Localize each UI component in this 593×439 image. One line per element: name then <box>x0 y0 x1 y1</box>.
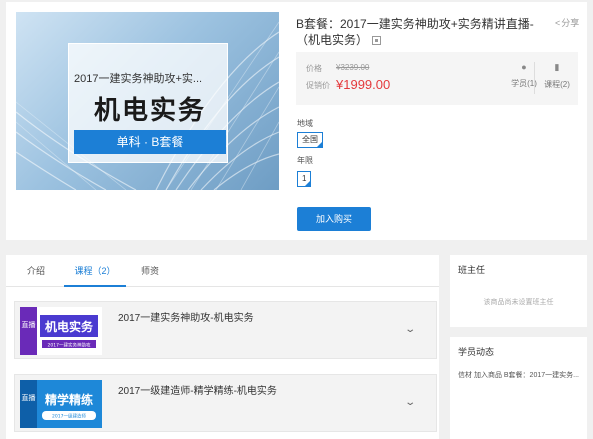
sale-price-label: 促销价 <box>306 81 330 90</box>
share-button[interactable]: <分享 <box>555 16 579 29</box>
sale-price-value: ¥1999.00 <box>336 77 391 92</box>
hero-band: 单科 · B套餐 <box>74 130 226 154</box>
thumb-badge: 直播 <box>22 393 36 402</box>
course-thumbnail: 直播 精学精练 2017一级建造师 <box>20 380 102 428</box>
orig-price-label: 价格 <box>306 64 322 73</box>
chevron-down-icon[interactable]: ⌄ <box>404 397 416 408</box>
thumb-badge: 直播 <box>22 320 36 329</box>
share-label: 分享 <box>561 18 580 28</box>
teacher-panel: 班主任 该商品尚未设置班主任 <box>450 255 587 327</box>
product-title-text: B套餐：2017一建实务神助攻+实务精讲直播-（机电实务） <box>296 17 534 47</box>
book-icon: ▮ <box>554 62 560 72</box>
thumb-sub: 2017一建实务神助攻 <box>48 342 91 349</box>
product-title: B套餐：2017一建实务神助攻+实务精讲直播-（机电实务） <box>296 16 536 48</box>
tab-teachers[interactable]: 师资 <box>132 255 168 287</box>
course-panel: 介绍 课程（2） 师资 直播 机电实务 2017一建实务神助攻 2017一建实务… <box>6 255 439 439</box>
thumb-title: 精学精练 <box>45 392 93 407</box>
stat-divider <box>534 62 535 94</box>
qr-code-icon[interactable] <box>372 36 382 46</box>
region-option[interactable]: 全国 <box>297 132 323 148</box>
product-card: 2017一建实务神助攻+实... 机电实务 单科 · B套餐 B套餐：2017一… <box>6 2 587 240</box>
thumb-sub: 2017一级建造师 <box>52 413 86 420</box>
share-icon: < <box>555 18 561 28</box>
feed-item[interactable]: 信材 加入商品 B套餐：2017一建实务... <box>458 370 582 380</box>
teacher-empty-text: 该商品尚未设置班主任 <box>483 299 554 306</box>
tab-bar: 介绍 课程（2） 师资 <box>6 255 439 287</box>
region-label: 地域 <box>297 119 313 128</box>
hero-subtitle: 2017一建实务神助攻+实... <box>74 73 203 85</box>
orig-price-value: ¥3239.00 <box>336 63 370 72</box>
course-item[interactable]: 直播 精学精练 2017一级建造师 2017一级建造师-精学精练-机电实务 ⌄ <box>14 374 437 432</box>
course-thumbnail: 直播 机电实务 2017一建实务神助攻 <box>20 307 102 355</box>
add-to-cart-button[interactable]: 加入购买 <box>297 207 371 231</box>
course-name: 2017一级建造师-精学精练-机电实务 <box>118 386 277 397</box>
price-box: 价格 ¥3239.00 促销价 ¥1999.00 ● 学员(1) ▮ 课程(2) <box>296 52 578 105</box>
tab-intro[interactable]: 介绍 <box>18 255 54 287</box>
feed-heading: 学员动态 <box>458 347 495 357</box>
years-option[interactable]: 1 <box>297 171 312 187</box>
stat-courses-label: 课程(2) <box>544 80 570 89</box>
course-item[interactable]: 直播 机电实务 2017一建实务神助攻 2017一建实务神助攻-机电实务 ⌄ <box>14 301 437 359</box>
teacher-heading: 班主任 <box>458 265 486 275</box>
hero-title: 机电实务 <box>93 95 206 125</box>
course-name: 2017一建实务神助攻-机电实务 <box>118 313 254 324</box>
tab-courses[interactable]: 课程（2） <box>64 255 126 287</box>
thumb-title: 机电实务 <box>45 319 94 334</box>
years-label: 年限 <box>297 156 313 165</box>
student-feed-panel: 学员动态 信材 加入商品 B套餐：2017一建实务... <box>450 337 587 439</box>
chevron-down-icon[interactable]: ⌄ <box>404 324 416 335</box>
product-hero-image: 2017一建实务神助攻+实... 机电实务 单科 · B套餐 <box>16 12 279 190</box>
stat-courses[interactable]: ▮ 课程(2) <box>542 62 572 90</box>
